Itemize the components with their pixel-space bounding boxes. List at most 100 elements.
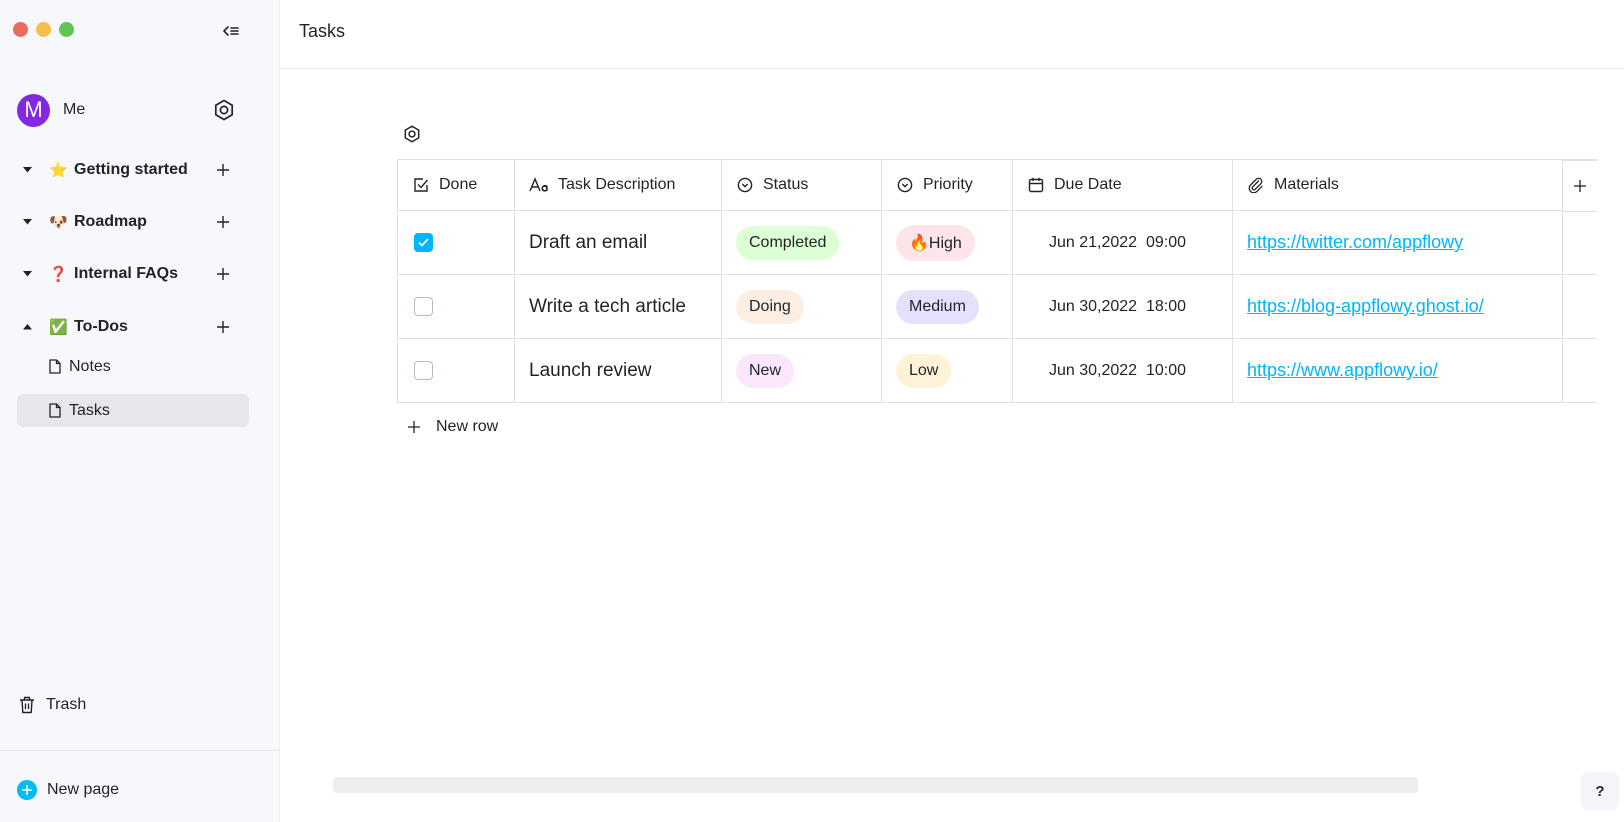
column-label: Task Description: [558, 176, 676, 193]
window-controls: [13, 22, 74, 37]
collapse-sidebar-icon: [223, 26, 239, 36]
column-label: Status: [763, 176, 809, 193]
document-icon: [49, 403, 65, 418]
description-cell[interactable]: Write a tech article: [515, 275, 722, 338]
plus-icon: [217, 216, 229, 228]
table-row: Launch review New Low Jun 30,2022 10:00 …: [397, 339, 1597, 403]
column-header-priority[interactable]: Priority: [882, 160, 1013, 211]
priority-tag: 🔥High: [896, 224, 975, 261]
materials-link[interactable]: https://blog-appflowy.ghost.io/: [1247, 296, 1484, 317]
workspace-label: Getting started: [74, 161, 188, 178]
materials-cell[interactable]: https://twitter.com/appflowy: [1233, 211, 1563, 274]
task-description: Write a tech article: [529, 295, 686, 317]
question-mark-icon: ❓: [49, 266, 68, 283]
done-cell[interactable]: [397, 275, 515, 338]
workspace-internal-faqs[interactable]: ❓ Internal FAQs: [17, 258, 249, 290]
description-cell[interactable]: Launch review: [515, 339, 722, 402]
trash-button[interactable]: Trash: [19, 696, 86, 714]
priority-cell[interactable]: Low: [882, 339, 1013, 402]
column-header-task-description[interactable]: Task Description: [515, 160, 722, 211]
workspace-label: Roadmap: [74, 213, 147, 230]
settings-icon: [404, 125, 420, 143]
avatar[interactable]: M: [17, 93, 50, 127]
done-cell[interactable]: [397, 339, 515, 402]
help-button[interactable]: ?: [1581, 772, 1619, 810]
status-cell[interactable]: Completed: [722, 211, 882, 274]
check-mark-icon: ✅: [49, 319, 68, 336]
materials-link[interactable]: https://www.appflowy.io/: [1247, 360, 1438, 381]
new-page-button[interactable]: New page: [17, 780, 119, 800]
workspace-to-dos[interactable]: ✅ To-Dos: [17, 311, 249, 343]
due-date-value: Jun 21,2022 09:00: [1049, 233, 1187, 251]
priority-tag: Low: [896, 353, 952, 388]
done-checkbox[interactable]: [414, 297, 433, 316]
due-date-cell[interactable]: Jun 30,2022 18:00: [1013, 275, 1233, 338]
materials-cell[interactable]: https://www.appflowy.io/: [1233, 339, 1563, 402]
sidebar: M Me ⭐ Getting started 🐶 Roadmap ❓ Inter…: [0, 0, 280, 822]
caret-down-icon[interactable]: [17, 167, 37, 173]
add-page-button[interactable]: [213, 264, 233, 284]
materials-link[interactable]: https://twitter.com/appflowy: [1247, 232, 1463, 253]
new-row-label: New row: [436, 418, 499, 435]
add-page-button[interactable]: [213, 160, 233, 180]
checkbox-icon: [412, 176, 430, 194]
add-column-button[interactable]: [1563, 160, 1597, 212]
done-checkbox[interactable]: [414, 361, 433, 380]
due-date-value: Jun 30,2022 18:00: [1049, 297, 1187, 315]
star-icon: ⭐: [49, 162, 68, 179]
column-label: Due Date: [1054, 176, 1122, 193]
due-date-cell[interactable]: Jun 30,2022 10:00: [1013, 339, 1233, 402]
task-description: Launch review: [529, 359, 652, 381]
settings-icon: [214, 99, 234, 121]
materials-cell[interactable]: https://blog-appflowy.ghost.io/: [1233, 275, 1563, 338]
maximize-window-button[interactable]: [59, 22, 74, 37]
page-title: Tasks: [299, 21, 346, 41]
caret-down-icon[interactable]: [17, 271, 37, 277]
add-page-button[interactable]: [213, 317, 233, 337]
workspace-getting-started[interactable]: ⭐ Getting started: [17, 154, 249, 186]
column-header-materials[interactable]: Materials: [1233, 160, 1563, 211]
status-cell[interactable]: Doing: [722, 275, 882, 338]
sidebar-item-notes[interactable]: Notes: [17, 350, 249, 383]
app-window: M Me ⭐ Getting started 🐶 Roadmap ❓ Inter…: [0, 0, 1624, 822]
status-tag: Doing: [736, 289, 804, 324]
status-tag: New: [736, 353, 795, 388]
select-icon: [896, 176, 914, 194]
add-page-button[interactable]: [213, 212, 233, 232]
settings-button[interactable]: [210, 96, 238, 124]
attachment-icon: [1247, 176, 1265, 194]
caret-up-icon[interactable]: [17, 324, 37, 330]
plus-icon: [217, 268, 229, 280]
column-header-status[interactable]: Status: [722, 160, 882, 211]
workspace-roadmap[interactable]: 🐶 Roadmap: [17, 206, 249, 238]
minimize-window-button[interactable]: [36, 22, 51, 37]
sidebar-item-tasks[interactable]: Tasks: [17, 394, 249, 427]
collapse-sidebar-button[interactable]: [220, 20, 242, 42]
task-description: Draft an email: [529, 231, 648, 253]
done-checkbox[interactable]: [414, 233, 433, 252]
description-cell[interactable]: Draft an email: [515, 211, 722, 274]
workspace-label: Internal FAQs: [74, 265, 179, 282]
status-cell[interactable]: New: [722, 339, 882, 402]
column-header-due-date[interactable]: Due Date: [1013, 160, 1233, 211]
select-icon: [736, 176, 754, 194]
column-header-done[interactable]: Done: [397, 160, 515, 211]
grid-settings-button[interactable]: [401, 123, 423, 145]
trash-icon: [19, 696, 37, 714]
priority-tag: Medium: [896, 289, 979, 324]
done-cell[interactable]: [397, 211, 515, 274]
caret-down-icon[interactable]: [17, 219, 37, 225]
plus-circle-icon: [17, 780, 37, 800]
user-row: M Me: [17, 93, 247, 127]
due-date-cell[interactable]: Jun 21,2022 09:00: [1013, 211, 1233, 274]
horizontal-scrollbar[interactable]: [333, 777, 1418, 793]
user-name: Me: [63, 101, 86, 118]
dog-icon: 🐶: [49, 214, 68, 231]
workspace-label: To-Dos: [74, 318, 128, 335]
priority-cell[interactable]: Medium: [882, 275, 1013, 338]
new-row-button[interactable]: New row: [408, 418, 498, 436]
document-icon: [49, 359, 65, 374]
close-window-button[interactable]: [13, 22, 28, 37]
main-content: Tasks Done Task Description Status Prior…: [280, 0, 1624, 822]
priority-cell[interactable]: 🔥High: [882, 211, 1013, 274]
